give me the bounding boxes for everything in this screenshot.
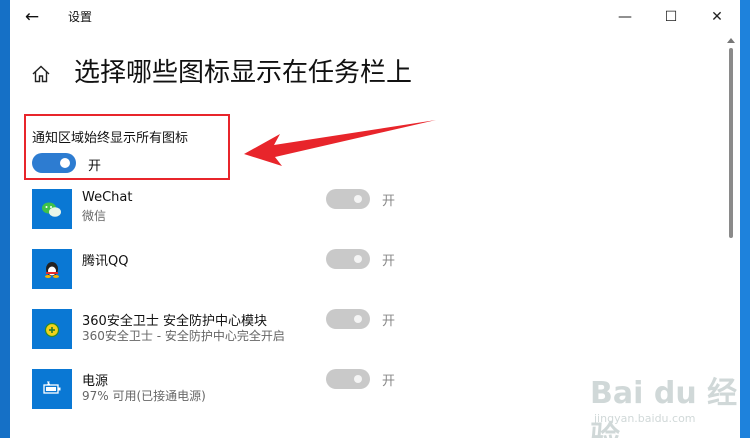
- app-name: 腾讯QQ: [82, 254, 129, 269]
- page-title: 选择哪些图标显示在任务栏上: [74, 58, 413, 88]
- battery-icon: [32, 369, 72, 409]
- app-row-360: 360安全卫士 安全防护中心模块 360安全卫士 - 安全防护中心完全开启 开: [32, 309, 452, 359]
- app-toggle-360[interactable]: [326, 309, 370, 329]
- settings-window: ← 设置 — ☐ ✕ 选择哪些图标显示在任务栏上 通知区域始终显示所有图标 开 …: [10, 0, 740, 438]
- maximize-icon[interactable]: ☐: [648, 0, 694, 34]
- close-icon[interactable]: ✕: [694, 0, 740, 34]
- desktop-edge-right: [740, 0, 750, 438]
- wechat-icon: [32, 189, 72, 229]
- master-setting-toggle[interactable]: [32, 153, 76, 173]
- app-subtitle: 97% 可用(已接通电源): [82, 389, 206, 403]
- master-setting-state: 开: [88, 159, 102, 174]
- toggle-knob: [354, 255, 362, 263]
- annotation-arrow-icon: [244, 120, 436, 166]
- app-state: 开: [382, 254, 396, 269]
- 360-shield-icon: [32, 309, 72, 349]
- app-state: 开: [382, 314, 396, 329]
- toggle-knob: [354, 315, 362, 323]
- toggle-knob: [60, 158, 70, 168]
- app-row-qq: 腾讯QQ 开: [32, 249, 452, 299]
- app-row-power: 电源 97% 可用(已接通电源) 开: [32, 369, 452, 419]
- toggle-knob: [354, 375, 362, 383]
- home-icon[interactable]: [31, 64, 51, 84]
- desktop-edge-left: [0, 0, 10, 438]
- app-toggle-wechat[interactable]: [326, 189, 370, 209]
- toggle-knob: [354, 195, 362, 203]
- scroll-thumb[interactable]: [729, 48, 733, 238]
- back-arrow-icon[interactable]: ←: [20, 4, 44, 30]
- app-state: 开: [382, 194, 396, 209]
- app-subtitle: 360安全卫士 - 安全防护中心完全开启: [82, 329, 285, 343]
- app-toggle-power[interactable]: [326, 369, 370, 389]
- app-name: WeChat: [82, 190, 133, 205]
- minimize-icon[interactable]: —: [602, 0, 648, 34]
- watermark-url: jingyan.baidu.com: [594, 412, 696, 425]
- title-bar: ← 设置 — ☐ ✕: [10, 0, 740, 34]
- master-setting-label: 通知区域始终显示所有图标: [32, 131, 189, 146]
- watermark: Bai du 经验 jingyan.baidu.com: [580, 368, 740, 438]
- app-toggle-qq[interactable]: [326, 249, 370, 269]
- app-row-wechat: WeChat 微信 开: [32, 189, 452, 239]
- window-title: 设置: [68, 10, 93, 24]
- app-state: 开: [382, 374, 396, 389]
- app-subtitle: 微信: [82, 209, 107, 223]
- qq-icon: [32, 249, 72, 289]
- scroll-up-icon[interactable]: [727, 38, 735, 43]
- watermark-logo: Bai du 经验: [590, 376, 738, 438]
